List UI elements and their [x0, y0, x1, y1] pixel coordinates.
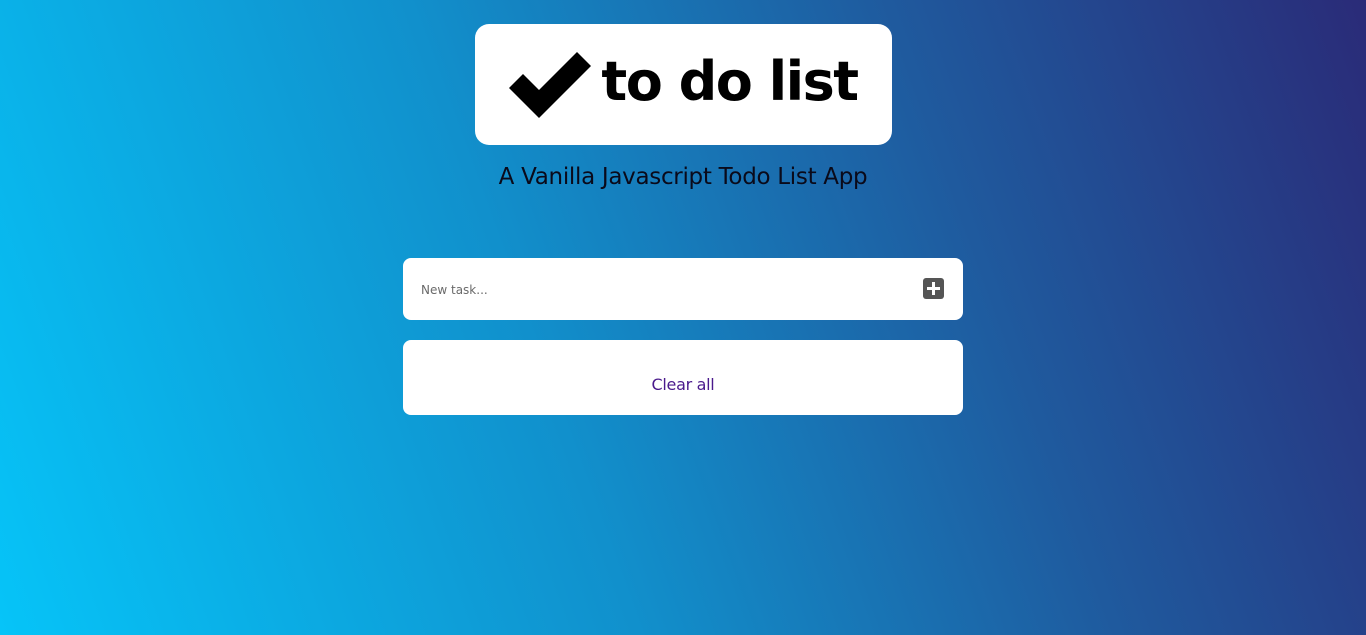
- page-subtitle: A Vanilla Javascript Todo List App: [498, 164, 868, 190]
- new-task-input[interactable]: [419, 277, 903, 303]
- checkmark-icon: [509, 51, 592, 118]
- logo-text: to do list: [601, 49, 859, 113]
- clear-all-button[interactable]: Clear all: [403, 375, 963, 394]
- logo-inner: to do list: [509, 49, 859, 118]
- task-list: Clear all: [403, 340, 963, 415]
- add-task-button[interactable]: [923, 278, 944, 299]
- logo: to do list: [475, 24, 892, 145]
- new-task-form: [403, 258, 963, 320]
